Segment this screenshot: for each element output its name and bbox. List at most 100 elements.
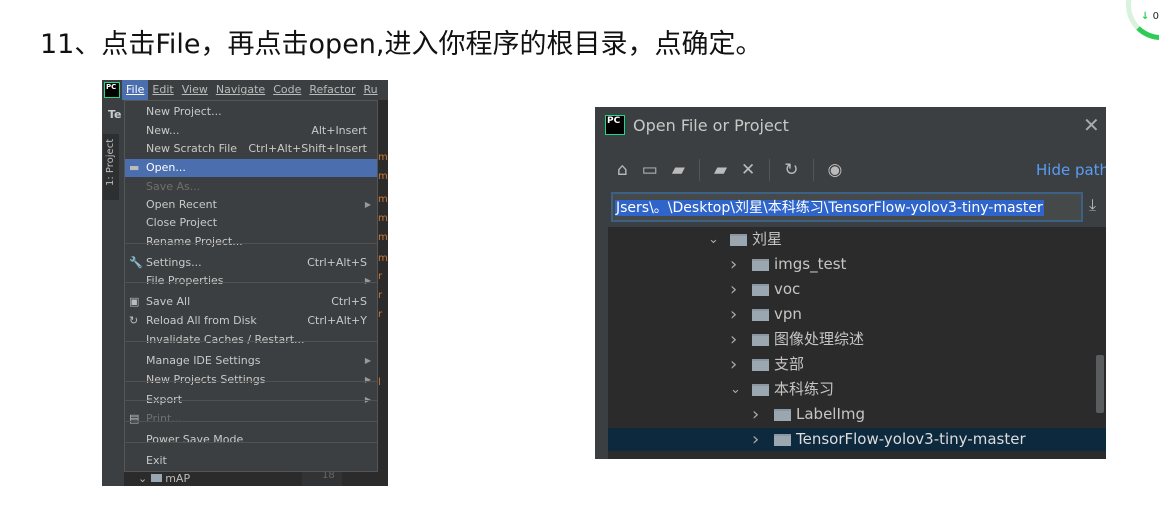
editor-edge: mmmmmmrrrl xyxy=(378,100,388,486)
tree-item-map[interactable]: ⌄ mAP xyxy=(138,472,190,485)
menubar-item[interactable]: Navigate xyxy=(212,80,269,100)
home-icon[interactable]: ⌂ xyxy=(617,160,628,180)
submenu-arrow-icon: ▶ xyxy=(364,276,371,285)
show-hidden-icon[interactable]: ◉ xyxy=(828,160,843,180)
tree-item[interactable]: › TensorFlow-yolov3-tiny-master xyxy=(608,428,1106,451)
menu-item-label: Open Recent xyxy=(146,198,217,211)
folder-icon xyxy=(774,409,791,421)
chevron-right-icon[interactable]: › xyxy=(730,353,737,376)
pycharm-logo: PC xyxy=(605,115,625,135)
folder-icon xyxy=(774,434,791,446)
menubar-item[interactable]: Ru xyxy=(360,80,382,100)
tree-scrollbar[interactable] xyxy=(1096,355,1104,413)
toolbar-separator xyxy=(812,159,814,181)
tree-item[interactable]: › voc xyxy=(608,278,1106,301)
menu-item-label: Save As... xyxy=(146,180,201,193)
menu-separator xyxy=(125,341,377,342)
menu-item-label: Invalidate Caches / Restart... xyxy=(146,333,305,346)
tree-item[interactable]: ⌄ 刘星 xyxy=(608,228,1106,251)
folder-label: mAP xyxy=(165,472,191,485)
folder-icon xyxy=(752,259,769,271)
tree-item[interactable]: ⌄ 本科练习 xyxy=(608,378,1106,401)
desktop-icon[interactable]: ▭ xyxy=(642,160,658,180)
project-tab-label: 1: Project xyxy=(105,138,116,186)
tree-item-label: 支部 xyxy=(774,355,805,373)
menu-item[interactable]: Power Save Mode xyxy=(125,431,377,449)
menu-shortcut: Ctrl+Alt+Shift+Insert xyxy=(248,142,367,155)
tree-item[interactable]: › imgs_test xyxy=(608,253,1106,276)
menu-item[interactable]: 🔧 Settings... Ctrl+Alt+S xyxy=(125,254,377,272)
menubar-item[interactable]: Refactor xyxy=(305,80,359,100)
folder-icon xyxy=(150,474,162,482)
tree-item-label: imgs_test xyxy=(774,255,847,273)
tree-item[interactable]: › LabelImg xyxy=(608,403,1106,426)
pycharm-logo: PC xyxy=(104,82,120,98)
tree-item[interactable]: › vpn xyxy=(608,303,1106,326)
menubar-item[interactable]: Code xyxy=(269,80,305,100)
folder-icon xyxy=(752,384,769,396)
file-menu-dropdown: New Project... New... Alt+Insert New Scratc… xyxy=(124,100,378,472)
project-tool-tab[interactable]: 1: Project xyxy=(103,134,119,200)
menu-item[interactable]: Save As... xyxy=(125,178,377,196)
tree-item-label: vpn xyxy=(774,305,802,323)
toolbar-separator xyxy=(698,159,700,181)
tree-item[interactable]: › 支部 xyxy=(608,353,1106,376)
menu-item-label: Rename Project... xyxy=(146,235,243,248)
folder-open-icon: ▬ xyxy=(129,161,140,174)
submenu-arrow-icon: ▶ xyxy=(364,200,371,209)
menu-separator xyxy=(125,282,377,283)
dialog-toolbar: ⌂ ▭ ▰ ▰ ✕ ↻ ◉ xyxy=(617,159,842,181)
menu-item[interactable]: New Scratch File Ctrl+Alt+Shift+Insert xyxy=(125,140,377,158)
chevron-right-icon[interactable]: › xyxy=(730,278,737,301)
menu-item[interactable]: ▤ Print... xyxy=(125,410,377,428)
menu-separator xyxy=(125,243,377,244)
menu-item[interactable]: File Properties ▶ xyxy=(125,272,377,290)
folder-icon xyxy=(752,359,769,371)
refresh-icon[interactable]: ↻ xyxy=(784,160,798,180)
menubar-item[interactable]: File xyxy=(122,80,149,100)
menu-item-label: Open... xyxy=(146,161,186,174)
menu-separator xyxy=(125,442,377,443)
menu-bar: PC File Edit View Navigate Code Refactor Ru xyxy=(102,80,388,100)
close-icon[interactable]: ✕ xyxy=(1083,113,1100,137)
menu-item[interactable]: Open Recent ▶ xyxy=(125,196,377,214)
delete-icon[interactable]: ✕ xyxy=(741,160,755,180)
project-folder-icon[interactable]: ▰ xyxy=(672,160,685,180)
menu-item[interactable]: ▬ Open... xyxy=(125,159,377,177)
chevron-right-icon[interactable]: › xyxy=(730,328,737,351)
menu-item[interactable]: Manage IDE Settings ▶ xyxy=(125,352,377,370)
menu-item[interactable]: New Projects Settings ▶ xyxy=(125,371,377,389)
menubar-item[interactable]: Edit xyxy=(148,80,177,100)
folder-icon xyxy=(752,309,769,321)
menu-item[interactable]: Exit xyxy=(125,452,377,470)
menu-item[interactable]: Rename Project... xyxy=(125,233,377,251)
chevron-right-icon[interactable]: › xyxy=(730,253,737,276)
download-icon[interactable]: ⤓ xyxy=(1089,195,1096,215)
menu-item[interactable]: ▣ Save All Ctrl+S xyxy=(125,293,377,311)
tree-item[interactable]: › 图像处理综述 xyxy=(608,328,1106,351)
tree-item-label: LabelImg xyxy=(796,405,866,423)
menu-item-label: Close Project xyxy=(146,216,218,229)
menu-item[interactable]: ↻ Reload All from Disk Ctrl+Alt+Y xyxy=(125,312,377,330)
menu-item-label: Print... xyxy=(146,412,182,425)
path-text: Jsers\。\Desktop\刘星\本科练习\TensorFlow-yolov… xyxy=(615,200,1044,216)
chevron-right-icon[interactable]: › xyxy=(752,403,759,426)
chevron-right-icon[interactable]: › xyxy=(730,303,737,326)
menu-item[interactable]: New Project... xyxy=(125,103,377,121)
menu-item[interactable]: Invalidate Caches / Restart... xyxy=(125,331,377,349)
menu-item[interactable]: Close Project xyxy=(125,214,377,232)
network-speed-badge: ↓ 0. xyxy=(1126,0,1159,40)
chevron-down-icon[interactable]: ⌄ xyxy=(730,378,741,401)
menubar-item[interactable]: View xyxy=(178,80,212,100)
chevron-down-icon[interactable]: ⌄ xyxy=(708,228,719,251)
chevron-right-icon[interactable]: › xyxy=(752,428,759,451)
path-input[interactable]: Jsers\。\Desktop\刘星\本科练习\TensorFlow-yolov… xyxy=(611,192,1083,222)
menu-item-label: Manage IDE Settings xyxy=(146,354,261,367)
folder-icon xyxy=(752,334,769,346)
hide-path-link[interactable]: Hide path xyxy=(1036,161,1106,179)
menu-item[interactable]: New... Alt+Insert xyxy=(125,122,377,140)
new-folder-icon[interactable]: ▰ xyxy=(714,160,727,180)
menu-item-label: Power Save Mode xyxy=(146,433,244,446)
submenu-arrow-icon: ▶ xyxy=(364,375,371,384)
wrench-icon: 🔧 xyxy=(129,256,143,269)
